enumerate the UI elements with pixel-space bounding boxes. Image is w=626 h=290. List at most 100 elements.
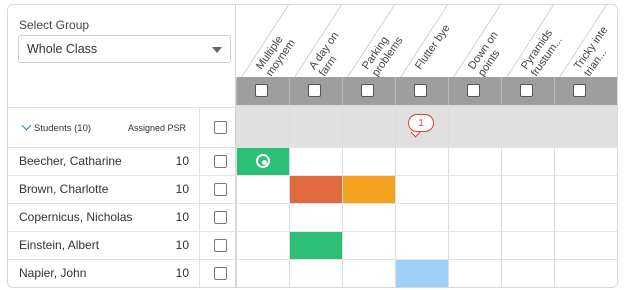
- task-grid-row: [236, 203, 617, 231]
- task-cell[interactable]: [289, 176, 342, 203]
- task-cell[interactable]: [342, 204, 395, 231]
- student-checkbox[interactable]: [214, 155, 227, 168]
- summary-cell: [448, 105, 501, 147]
- task-checkbox[interactable]: [573, 84, 586, 97]
- task-checkbox-cell: [236, 77, 289, 105]
- task-cell[interactable]: [501, 176, 554, 203]
- task-cell[interactable]: [501, 204, 554, 231]
- caret-down-icon[interactable]: [212, 47, 222, 53]
- task-cell[interactable]: [501, 148, 554, 175]
- task-cell[interactable]: [554, 148, 607, 175]
- task-checkbox-row: [236, 77, 617, 105]
- task-cell[interactable]: [342, 260, 395, 287]
- select-all-checkbox[interactable]: [214, 121, 227, 134]
- task-cell[interactable]: [342, 176, 395, 203]
- task-checkbox[interactable]: [361, 84, 374, 97]
- task-column-title[interactable]: Tricky inte trian...: [572, 24, 617, 78]
- task-cell[interactable]: [342, 232, 395, 259]
- task-cell[interactable]: [448, 204, 501, 231]
- task-cell[interactable]: [236, 204, 289, 231]
- student-row: Beecher, Catharine 10: [8, 147, 237, 175]
- task-cell[interactable]: [236, 148, 289, 175]
- task-checkbox-cell: [448, 77, 501, 105]
- summary-cell: [236, 105, 289, 147]
- student-name[interactable]: Brown, Charlotte: [19, 182, 108, 196]
- task-grid-row: [236, 147, 617, 175]
- task-cell[interactable]: [236, 176, 289, 203]
- task-cell[interactable]: [395, 148, 448, 175]
- student-name[interactable]: Beecher, Catharine: [19, 154, 122, 168]
- task-column-title[interactable]: Pyramids frustum...: [519, 27, 565, 78]
- target-icon: [256, 154, 270, 168]
- task-cell[interactable]: [289, 204, 342, 231]
- task-checkbox[interactable]: [308, 84, 321, 97]
- task-grid-row: [236, 259, 617, 287]
- task-column-title[interactable]: A day on farm: [307, 30, 351, 79]
- task-cell[interactable]: [554, 204, 607, 231]
- target-dot: [262, 160, 267, 165]
- assigned-psr-label: Assigned PSR: [128, 123, 187, 133]
- student-psr: 10: [175, 238, 189, 252]
- task-cell[interactable]: [554, 232, 607, 259]
- summary-row: 1: [236, 105, 617, 147]
- task-cell[interactable]: [236, 232, 289, 259]
- summary-cell: [342, 105, 395, 147]
- task-cell[interactable]: [342, 148, 395, 175]
- task-cell[interactable]: [395, 232, 448, 259]
- task-cell[interactable]: [448, 232, 501, 259]
- assignment-grid-panel: Select Group Whole Class Students (10) A…: [7, 4, 618, 288]
- task-cell[interactable]: [395, 176, 448, 203]
- group-select-value: Whole Class: [27, 42, 98, 56]
- summary-cell: 1: [395, 105, 448, 147]
- column-divider: [199, 107, 200, 287]
- task-checkbox[interactable]: [520, 84, 533, 97]
- comment-count-badge[interactable]: 1: [408, 114, 434, 132]
- chevron-down-icon[interactable]: [21, 120, 32, 131]
- task-cell[interactable]: [289, 232, 342, 259]
- task-cell[interactable]: [501, 232, 554, 259]
- summary-cell: [501, 105, 554, 147]
- student-row: Copernicus, Nicholas 10: [8, 203, 237, 231]
- student-psr: 10: [175, 154, 189, 168]
- task-checkbox-cell: [289, 77, 342, 105]
- student-name[interactable]: Napier, John: [19, 266, 86, 280]
- task-cell[interactable]: [448, 260, 501, 287]
- group-select-label: Select Group: [19, 18, 90, 32]
- students-count-label[interactable]: Students (10): [34, 123, 91, 134]
- task-checkbox[interactable]: [255, 84, 268, 97]
- student-name[interactable]: Copernicus, Nicholas: [19, 210, 132, 224]
- student-list-panel: Select Group Whole Class Students (10) A…: [8, 5, 237, 287]
- task-cell[interactable]: [395, 260, 448, 287]
- student-row: Einstein, Albert 10: [8, 231, 237, 259]
- task-cell[interactable]: [554, 260, 607, 287]
- students-header: Students (10) Assigned PSR: [8, 107, 237, 148]
- student-checkbox[interactable]: [214, 183, 227, 196]
- task-column-headers: Multiple moynem A day on farm Parking problem…: [236, 5, 617, 85]
- task-cell[interactable]: [501, 260, 554, 287]
- group-select[interactable]: Whole Class: [18, 35, 231, 63]
- task-checkbox-cell: [554, 77, 607, 105]
- task-checkbox[interactable]: [467, 84, 480, 97]
- task-cell[interactable]: [395, 204, 448, 231]
- task-column-title[interactable]: Multiple moynem: [254, 30, 298, 79]
- task-cell[interactable]: [289, 260, 342, 287]
- task-cell[interactable]: [554, 176, 607, 203]
- task-grid: Multiple moynem A day on farm Parking problem…: [235, 5, 617, 287]
- task-cell[interactable]: [448, 148, 501, 175]
- student-psr: 10: [175, 266, 189, 280]
- student-psr: 10: [175, 210, 189, 224]
- student-checkbox[interactable]: [214, 267, 227, 280]
- student-name[interactable]: Einstein, Albert: [19, 238, 99, 252]
- task-cell[interactable]: [448, 176, 501, 203]
- student-row: Napier, John 10: [8, 259, 237, 287]
- task-column-title[interactable]: Parking problems: [360, 28, 406, 78]
- student-row: Brown, Charlotte 10: [8, 175, 237, 203]
- task-column-title[interactable]: Down on points: [466, 29, 511, 78]
- summary-cell: [289, 105, 342, 147]
- task-cell[interactable]: [289, 148, 342, 175]
- task-checkbox[interactable]: [414, 84, 427, 97]
- task-checkbox-cell: [501, 77, 554, 105]
- task-cell[interactable]: [236, 260, 289, 287]
- student-checkbox[interactable]: [214, 239, 227, 252]
- student-checkbox[interactable]: [214, 211, 227, 224]
